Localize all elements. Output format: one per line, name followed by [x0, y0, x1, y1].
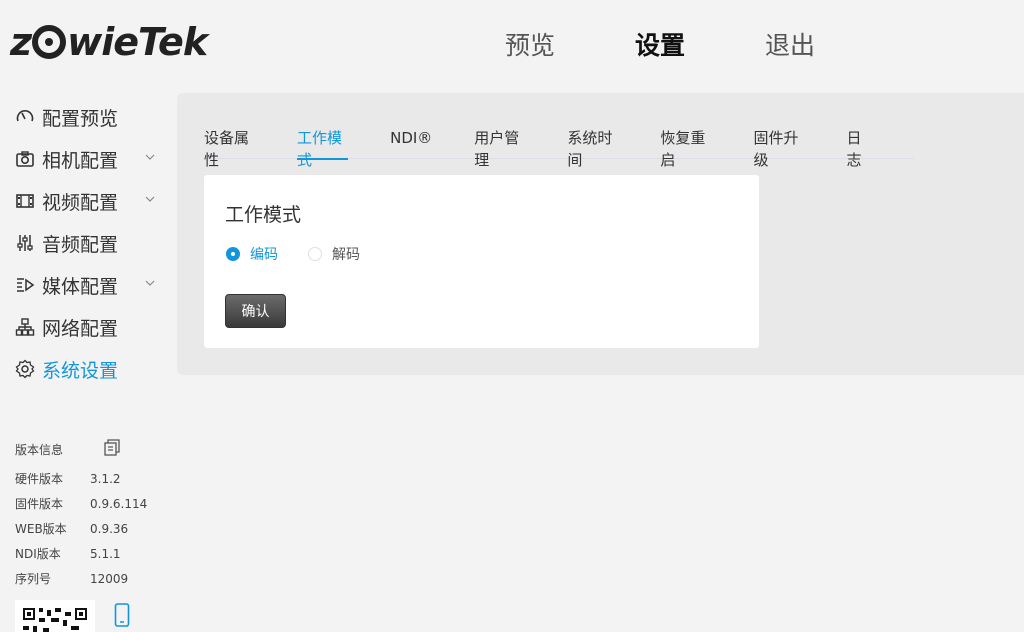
- version-row-serial: 序列号 12009: [15, 571, 129, 587]
- chevron-down-icon: [145, 196, 155, 202]
- network-icon: [14, 316, 36, 338]
- sidebar-item-label: 相机配置: [42, 149, 119, 172]
- version-row-firmware: 固件版本 0.9.6.114: [15, 496, 148, 512]
- nav-settings[interactable]: 设置: [635, 28, 685, 64]
- version-title: 版本信息: [15, 442, 64, 457]
- card-title: 工作模式: [225, 204, 302, 226]
- logo-o-mark: [32, 25, 67, 59]
- sidebar-item-video-config[interactable]: 视频配置: [0, 180, 170, 222]
- sidebar-item-system-settings[interactable]: 系统设置: [0, 348, 170, 390]
- top-nav: 预览 设置 退出: [505, 28, 895, 64]
- media-icon: [14, 274, 36, 296]
- sidebar-item-audio-config[interactable]: 音频配置: [0, 222, 170, 264]
- radio-dot[interactable]: [308, 247, 322, 261]
- sidebar-item-label: 网络配置: [42, 317, 119, 340]
- sidebar-item-label: 配置预览: [42, 107, 119, 130]
- radio-encode[interactable]: 编码: [226, 244, 278, 264]
- sidebar-item-config-preview[interactable]: 配置预览: [0, 96, 170, 138]
- version-row-ndi: NDI版本 5.1.1: [15, 546, 121, 562]
- radio-dot[interactable]: [226, 247, 240, 261]
- sidebar: 配置预览 相机配置 视频配置 音频配置 媒体配置 网络配置 系统设置: [0, 96, 170, 390]
- radio-label: 编码: [250, 247, 278, 263]
- tab-user-management[interactable]: 用户管理: [474, 127, 525, 169]
- main-panel: 设备属性 工作模式 NDI® 用户管理 系统时间 恢复重启 固件升级 日志 工作…: [177, 93, 1024, 375]
- tab-log[interactable]: 日志: [846, 127, 872, 169]
- version-row-hardware: 硬件版本 3.1.2: [15, 471, 121, 487]
- sidebar-item-label: 视频配置: [42, 191, 119, 214]
- sidebar-item-camera-config[interactable]: 相机配置: [0, 138, 170, 180]
- settings-tabs: 设备属性 工作模式 NDI® 用户管理 系统时间 恢复重启 固件升级 日志: [204, 127, 914, 169]
- film-icon: [14, 190, 36, 212]
- brand-logo: z wieTek: [10, 18, 208, 66]
- tab-device-properties[interactable]: 设备属性: [204, 127, 255, 169]
- tab-firmware-upgrade[interactable]: 固件升级: [753, 127, 804, 169]
- sidebar-item-media-config[interactable]: 媒体配置: [0, 264, 170, 306]
- tab-work-mode[interactable]: 工作模式: [297, 127, 349, 169]
- dashboard-icon: [14, 106, 36, 128]
- work-mode-radio-group: 编码 解码: [226, 244, 390, 264]
- version-info: 版本信息 硬件版本 3.1.2 固件版本 0.9.6.114 WEB版本 0.9.36…: [15, 438, 165, 591]
- sliders-icon: [14, 232, 36, 254]
- qr-code: [15, 600, 95, 632]
- mobile-phone-icon[interactable]: [114, 603, 130, 631]
- radio-decode[interactable]: 解码: [308, 244, 360, 264]
- tab-system-time[interactable]: 系统时间: [567, 127, 618, 169]
- copy-icon[interactable]: [103, 438, 121, 460]
- work-mode-card: 工作模式 编码 解码 确认: [204, 175, 759, 348]
- sidebar-item-label: 音频配置: [42, 233, 119, 256]
- nav-logout[interactable]: 退出: [765, 28, 815, 64]
- tab-ndi[interactable]: NDI®: [390, 127, 432, 159]
- confirm-button[interactable]: 确认: [225, 294, 286, 328]
- camera-icon: [14, 148, 36, 170]
- gear-icon: [14, 358, 36, 380]
- sidebar-item-label: 媒体配置: [42, 275, 119, 298]
- version-row-web: WEB版本 0.9.36: [15, 521, 129, 537]
- sidebar-item-label: 系统设置: [42, 359, 119, 382]
- nav-preview[interactable]: 预览: [505, 28, 555, 64]
- tab-restore-reboot[interactable]: 恢复重启: [660, 127, 711, 169]
- chevron-down-icon: [145, 154, 155, 160]
- logo-text: z wieTek: [10, 20, 208, 64]
- radio-label: 解码: [332, 247, 360, 263]
- chevron-down-icon: [145, 280, 155, 286]
- sidebar-item-network-config[interactable]: 网络配置: [0, 306, 170, 348]
